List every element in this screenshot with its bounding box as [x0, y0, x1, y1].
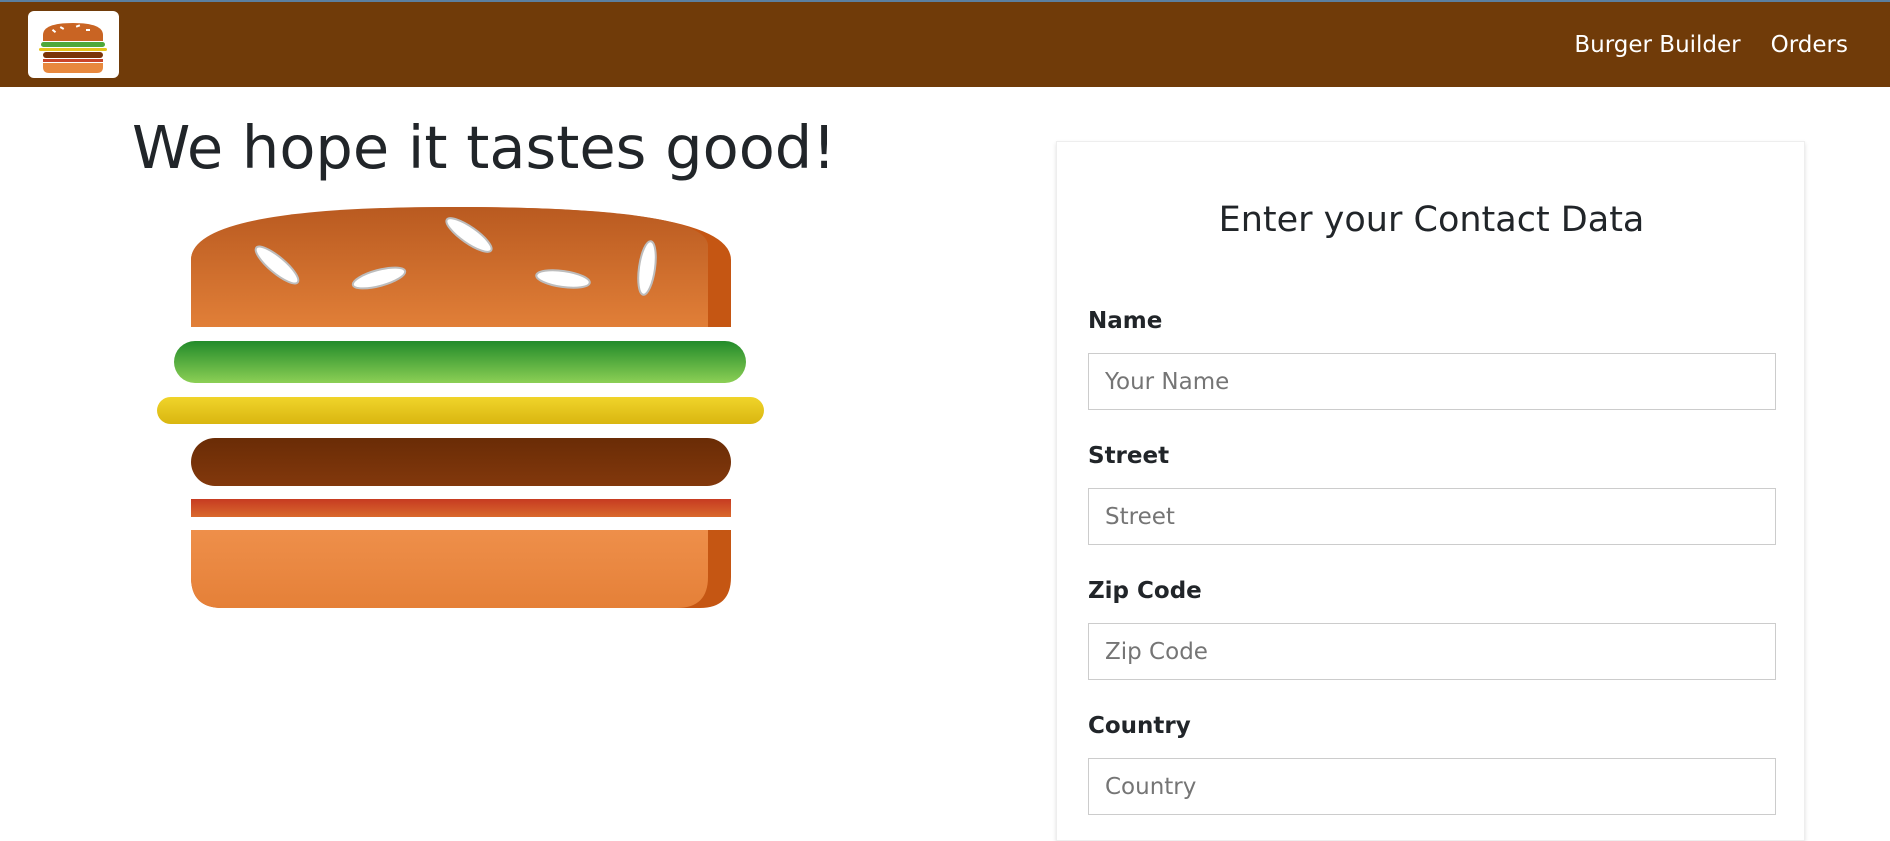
nav-burger-builder[interactable]: Burger Builder: [1574, 32, 1740, 58]
nav-links: Burger Builder Orders: [1544, 2, 1848, 87]
name-input[interactable]: [1088, 353, 1776, 410]
contact-form-title: Enter your Contact Data: [1218, 200, 1645, 240]
salad-layer: [174, 341, 746, 383]
cheese-layer: [157, 397, 764, 424]
burger-logo-icon: [39, 23, 107, 73]
street-input[interactable]: [1088, 488, 1776, 545]
name-label: Name: [1088, 308, 1163, 334]
street-label: Street: [1088, 443, 1170, 469]
page-title: We hope it tastes good!: [132, 113, 836, 182]
contact-data-card: Enter your Contact Data Name Street Zip …: [1056, 141, 1805, 841]
zip-code-label: Zip Code: [1088, 578, 1202, 604]
meat-layer: [191, 438, 731, 486]
navbar: Burger Builder Orders: [0, 2, 1890, 87]
nav-orders[interactable]: Orders: [1771, 32, 1848, 58]
bread-top: [191, 207, 731, 327]
bread-bottom: [191, 530, 731, 608]
logo[interactable]: [28, 11, 119, 78]
bacon-layer: [191, 499, 731, 517]
zip-code-input[interactable]: [1088, 623, 1776, 680]
country-label: Country: [1088, 713, 1191, 739]
country-input[interactable]: [1088, 758, 1776, 815]
burger-illustration: [157, 207, 764, 608]
